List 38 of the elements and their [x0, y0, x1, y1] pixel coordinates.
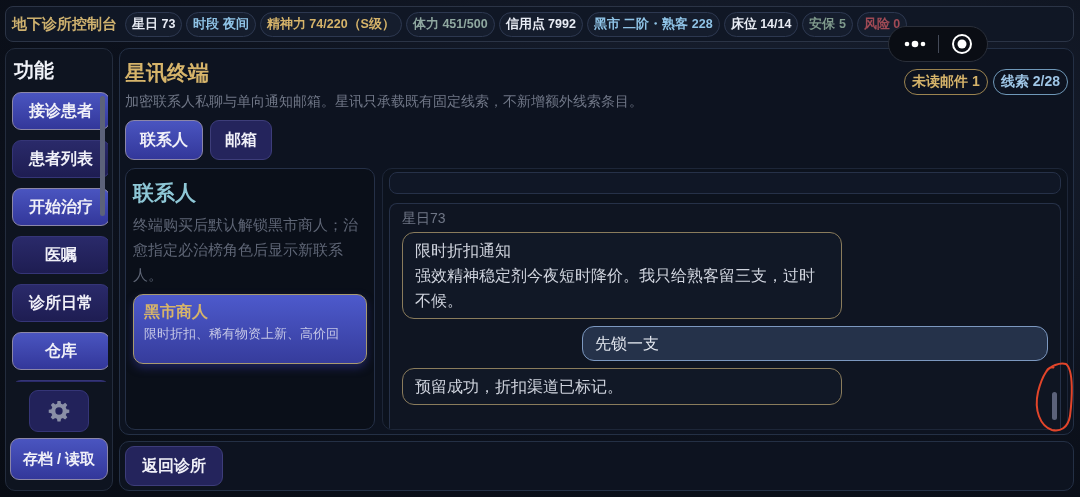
contacts-note: 终端购买后默认解锁黑市商人；治愈指定必治榜角色后显示新联系人。: [133, 216, 359, 285]
menu-button[interactable]: 医嘱: [12, 236, 108, 274]
panel-title: 星讯终端: [125, 60, 210, 86]
stat-chip: 星日 73: [125, 11, 183, 37]
scrollbar[interactable]: [1052, 392, 1057, 420]
contact-summary: 限时折扣、稀有物资上新、高价回: [144, 326, 340, 343]
save-load-button[interactable]: 存档 / 读取: [10, 438, 108, 480]
stat-chip: 风险 0: [856, 11, 908, 37]
scrollbar[interactable]: [100, 96, 105, 216]
message-title: 限时折扣通知: [415, 241, 512, 261]
menu-button[interactable]: 开始治疗: [12, 188, 108, 226]
stat-chip: 精神力 74/220（S级）: [259, 11, 402, 37]
stat-chip: 信用点 7992: [498, 11, 583, 37]
contact-card[interactable]: 黑市商人 限时折扣、稀有物资上新、高价回: [133, 294, 367, 364]
message-text: 先锁一支: [595, 334, 660, 354]
stat-chip: 体力 451/500: [405, 11, 495, 37]
menu-button[interactable]: 诊所日常: [12, 284, 108, 322]
message-text: 强效精神稳定剂今夜短时降价。我只给熟客留三支，过时不候。: [415, 266, 816, 311]
sidebar-title: 功能: [14, 58, 54, 83]
app-title: 地下诊所控制台: [12, 14, 117, 34]
settings-icon: [48, 400, 70, 422]
tab[interactable]: 邮箱: [210, 120, 272, 160]
menu-button[interactable]: 仓库: [12, 332, 108, 370]
stat-chip: 时段 夜间: [186, 11, 256, 37]
contact-name: 黑市商人: [144, 302, 209, 322]
settings-button[interactable]: [29, 390, 89, 432]
contacts-title: 联系人: [133, 180, 197, 206]
back-button[interactable]: 返回诊所: [125, 446, 223, 486]
message-text: 预留成功，折扣渠道已标记。: [415, 377, 624, 397]
tab[interactable]: 联系人: [125, 120, 203, 160]
menu-button[interactable]: 患者列表: [12, 140, 108, 178]
stat-chip: 安保 5: [802, 11, 853, 37]
more-icon[interactable]: [902, 39, 927, 49]
menu-button[interactable]: 接诊患者: [12, 92, 108, 130]
stat-chip: 床位 14/14: [723, 11, 799, 37]
stat-chip: 黑市 二阶・熟客 228: [586, 11, 720, 37]
message-timestamp: 星日73: [402, 210, 447, 228]
panel-subtitle: 加密联系人私聊与单向通知邮箱。星讯只承载既有固定线索，不新增额外线索条目。: [125, 93, 643, 111]
